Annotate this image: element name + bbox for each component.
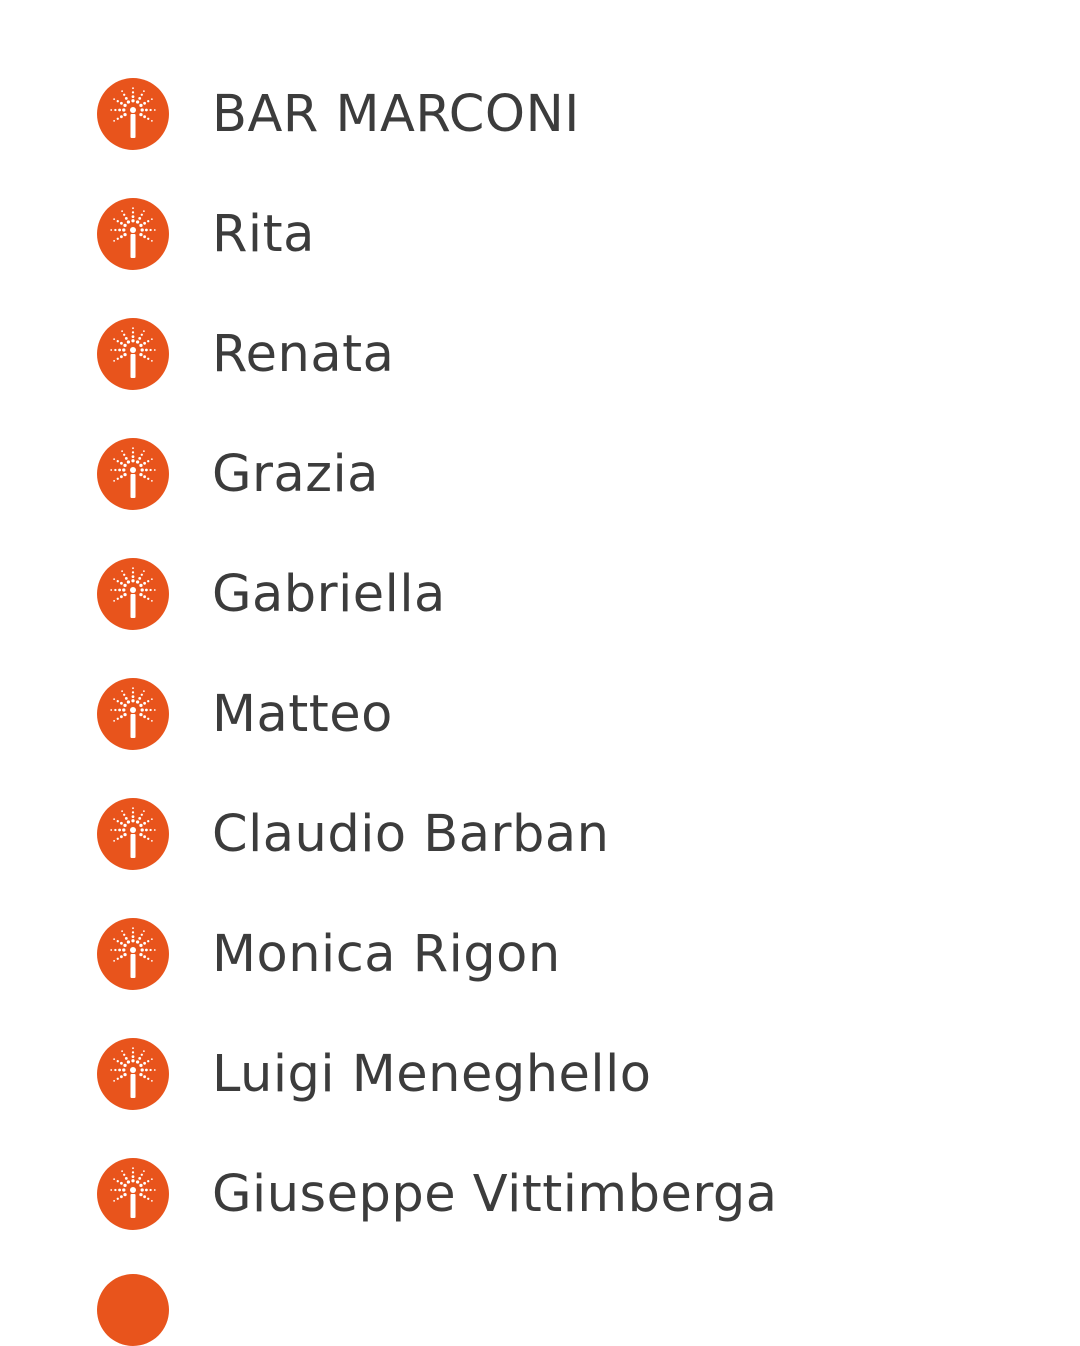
palm-tree-icon [97,198,169,270]
palm-tree-icon [97,678,169,750]
palm-tree-icon [97,798,169,870]
contact-name: Monica Rigon [212,924,561,984]
palm-tree-glyph [110,1167,156,1218]
contact-name: Giuseppe Vittimberga [212,1164,778,1224]
contact-list-item[interactable]: Luigi Meneghello [0,1014,1080,1134]
contact-name: Luigi Meneghello [212,1044,652,1104]
palm-tree-icon [97,1274,169,1346]
contact-list-item[interactable]: Monica Rigon [0,894,1080,1014]
palm-tree-glyph [110,927,156,978]
palm-tree-icon [97,438,169,510]
contact-list-item[interactable]: Renata [0,294,1080,414]
contact-name: Claudio Barban [212,804,610,864]
palm-tree-glyph [110,87,156,138]
palm-tree-glyph [110,447,156,498]
palm-tree-icon [97,78,169,150]
palm-tree-glyph [110,207,156,258]
contact-list-item[interactable]: Claudio Barban [0,774,1080,894]
contact-list-item[interactable]: BAR MARCONI [0,54,1080,174]
palm-tree-glyph [110,687,156,738]
palm-tree-glyph [110,1047,156,1098]
palm-tree-icon [97,918,169,990]
contact-name: Matteo [212,684,393,744]
palm-tree-icon [97,318,169,390]
contact-list: BAR MARCONI Rita Renata Grazia Gabriella… [0,54,1080,1254]
palm-tree-glyph [110,327,156,378]
contact-name: BAR MARCONI [212,84,580,144]
contact-name: Renata [212,324,395,384]
contact-list-item[interactable]: Giuseppe Vittimberga [0,1134,1080,1254]
palm-tree-icon [97,1038,169,1110]
contact-name: Gabriella [212,564,446,624]
contact-list-item[interactable]: Rita [0,174,1080,294]
contact-list-item[interactable]: Grazia [0,414,1080,534]
contact-list-item[interactable]: Gabriella [0,534,1080,654]
palm-tree-icon [97,558,169,630]
palm-tree-glyph [110,807,156,858]
palm-tree-glyph [110,567,156,618]
contact-list-item[interactable]: Matteo [0,654,1080,774]
contact-name: Rita [212,204,315,264]
contact-name: Grazia [212,444,379,504]
palm-tree-icon [97,1158,169,1230]
